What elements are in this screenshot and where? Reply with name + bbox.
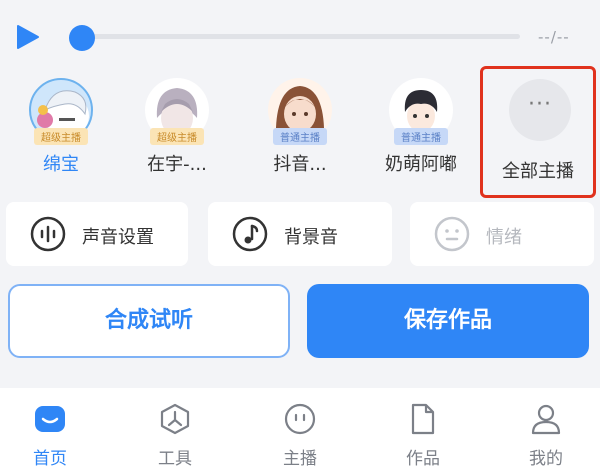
- anchor-item[interactable]: 超级主播 在宇-...: [122, 70, 232, 190]
- background-music-button[interactable]: 背景音: [208, 202, 392, 266]
- anchor-name: 奶萌阿嘟: [385, 154, 457, 175]
- tools-icon: [160, 403, 190, 435]
- anchor-face-icon: [284, 403, 316, 435]
- background-music-label: 背景音: [284, 227, 338, 248]
- progress-track[interactable]: [78, 34, 520, 39]
- synthesize-preview-button[interactable]: 合成试听: [8, 284, 290, 358]
- save-work-button[interactable]: 保存作品: [307, 284, 589, 358]
- emotion-label: 情绪: [486, 227, 522, 248]
- progress-thumb[interactable]: [69, 25, 95, 51]
- badge: 超级主播: [150, 128, 204, 145]
- anchor-name: 抖音...: [273, 154, 327, 175]
- nav-works[interactable]: 作品: [363, 388, 483, 476]
- anchor-item[interactable]: 普通主播 奶萌阿嘟: [366, 70, 476, 190]
- anchor-item[interactable]: 超级主播 绵宝: [6, 70, 116, 190]
- user-icon: [531, 404, 561, 435]
- nav-me[interactable]: 我的: [486, 388, 600, 476]
- more-icon: ···: [509, 79, 571, 141]
- anchor-name: 在宇-...: [147, 154, 207, 175]
- face-icon: [434, 216, 470, 252]
- badge: 普通主播: [273, 128, 327, 145]
- waveform-icon: [30, 216, 66, 252]
- nav-tools-label: 工具: [158, 449, 192, 469]
- nav-tools[interactable]: 工具: [115, 388, 235, 476]
- voice-settings-label: 声音设置: [82, 227, 154, 248]
- audio-player: --/--: [0, 0, 600, 70]
- badge: 超级主播: [34, 128, 88, 145]
- nav-anchors-label: 主播: [283, 449, 317, 469]
- anchor-item[interactable]: 普通主播 抖音...: [245, 70, 355, 190]
- anchor-name: 绵宝: [43, 154, 79, 175]
- bottom-nav: 首页 工具 主播 作品 我的: [0, 388, 600, 476]
- emotion-button[interactable]: 情绪: [410, 202, 594, 266]
- nav-home[interactable]: 首页: [0, 388, 110, 476]
- play-icon[interactable]: [16, 24, 40, 50]
- all-anchors-button[interactable]: ··· 全部主播: [480, 66, 596, 198]
- music-note-icon: [232, 216, 268, 252]
- document-icon: [411, 403, 435, 435]
- voice-settings-button[interactable]: 声音设置: [6, 202, 188, 266]
- time-display: --/--: [538, 28, 570, 46]
- all-anchors-label: 全部主播: [502, 161, 574, 182]
- nav-me-label: 我的: [529, 449, 563, 469]
- nav-home-label: 首页: [33, 449, 67, 469]
- home-icon: [35, 406, 65, 432]
- badge: 普通主播: [394, 128, 448, 145]
- nav-anchors[interactable]: 主播: [240, 388, 360, 476]
- nav-works-label: 作品: [406, 449, 440, 469]
